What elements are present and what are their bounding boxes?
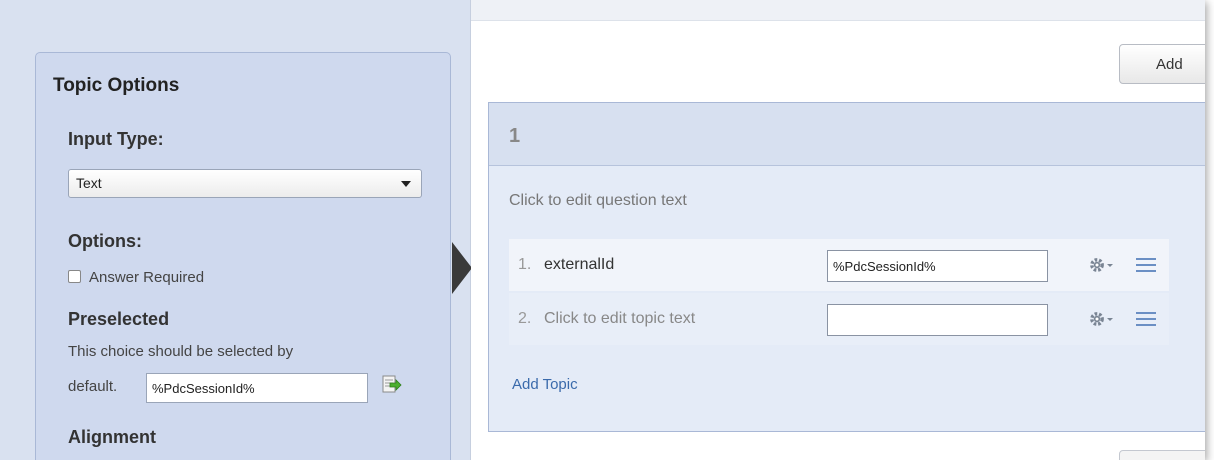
topic-label[interactable]: Click to edit topic text	[544, 310, 695, 328]
default-label: default.	[68, 378, 118, 395]
left-sidebar: Topic Options Input Type: Text Options: …	[0, 0, 471, 460]
topic-options-panel: Topic Options Input Type: Text Options: …	[35, 52, 451, 460]
options-label: Options:	[68, 231, 142, 251]
question-header: 1	[489, 103, 1205, 166]
topic-index: 1.	[518, 256, 532, 273]
preselected-label: Preselected	[68, 309, 170, 329]
input-type-selected-value: Text	[76, 175, 102, 191]
question-card[interactable]: 1 Click to edit question text 1. externa…	[488, 102, 1205, 432]
drag-handle-icon[interactable]	[1136, 311, 1156, 327]
input-type-label: Input Type:	[68, 129, 164, 149]
add-button[interactable]: Add	[1119, 44, 1205, 84]
insert-variable-icon[interactable]	[382, 374, 402, 396]
topic-index: 2.	[518, 310, 532, 327]
topic-row[interactable]: 2. Click to edit topic text	[509, 293, 1169, 345]
alignment-label: Alignment	[68, 427, 156, 447]
drag-handle-icon[interactable]	[1136, 257, 1156, 273]
add-topic-link[interactable]: Add Topic	[512, 376, 578, 393]
question-text[interactable]: Click to edit question text	[509, 192, 687, 210]
secondary-button[interactable]	[1119, 450, 1205, 460]
answer-required-checkbox[interactable]	[68, 270, 81, 283]
preselected-description: This choice should be selected by	[68, 343, 294, 360]
gear-icon[interactable]	[1088, 256, 1114, 274]
topic-value-input[interactable]: %PdcSessionId%	[827, 250, 1048, 282]
panel-title: Topic Options	[53, 75, 180, 96]
app-window: Topic Options Input Type: Text Options: …	[0, 0, 1205, 460]
input-type-select[interactable]: Text	[68, 169, 422, 198]
panel-pointer-arrow-icon	[452, 242, 472, 294]
chevron-down-icon	[401, 181, 411, 187]
gear-icon[interactable]	[1088, 310, 1114, 328]
question-number: 1	[509, 125, 521, 147]
editor-top-strip	[471, 0, 1205, 21]
topic-label[interactable]: externalId	[544, 256, 614, 274]
preselected-default-input[interactable]: %PdcSessionId%	[146, 373, 368, 403]
topic-row[interactable]: 1. externalId %PdcSessionId%	[509, 239, 1169, 291]
answer-required-label: Answer Required	[89, 269, 205, 286]
editor-area: Add 1 Click to edit question text 1. ext…	[471, 0, 1205, 460]
topic-value-input[interactable]	[827, 304, 1048, 336]
